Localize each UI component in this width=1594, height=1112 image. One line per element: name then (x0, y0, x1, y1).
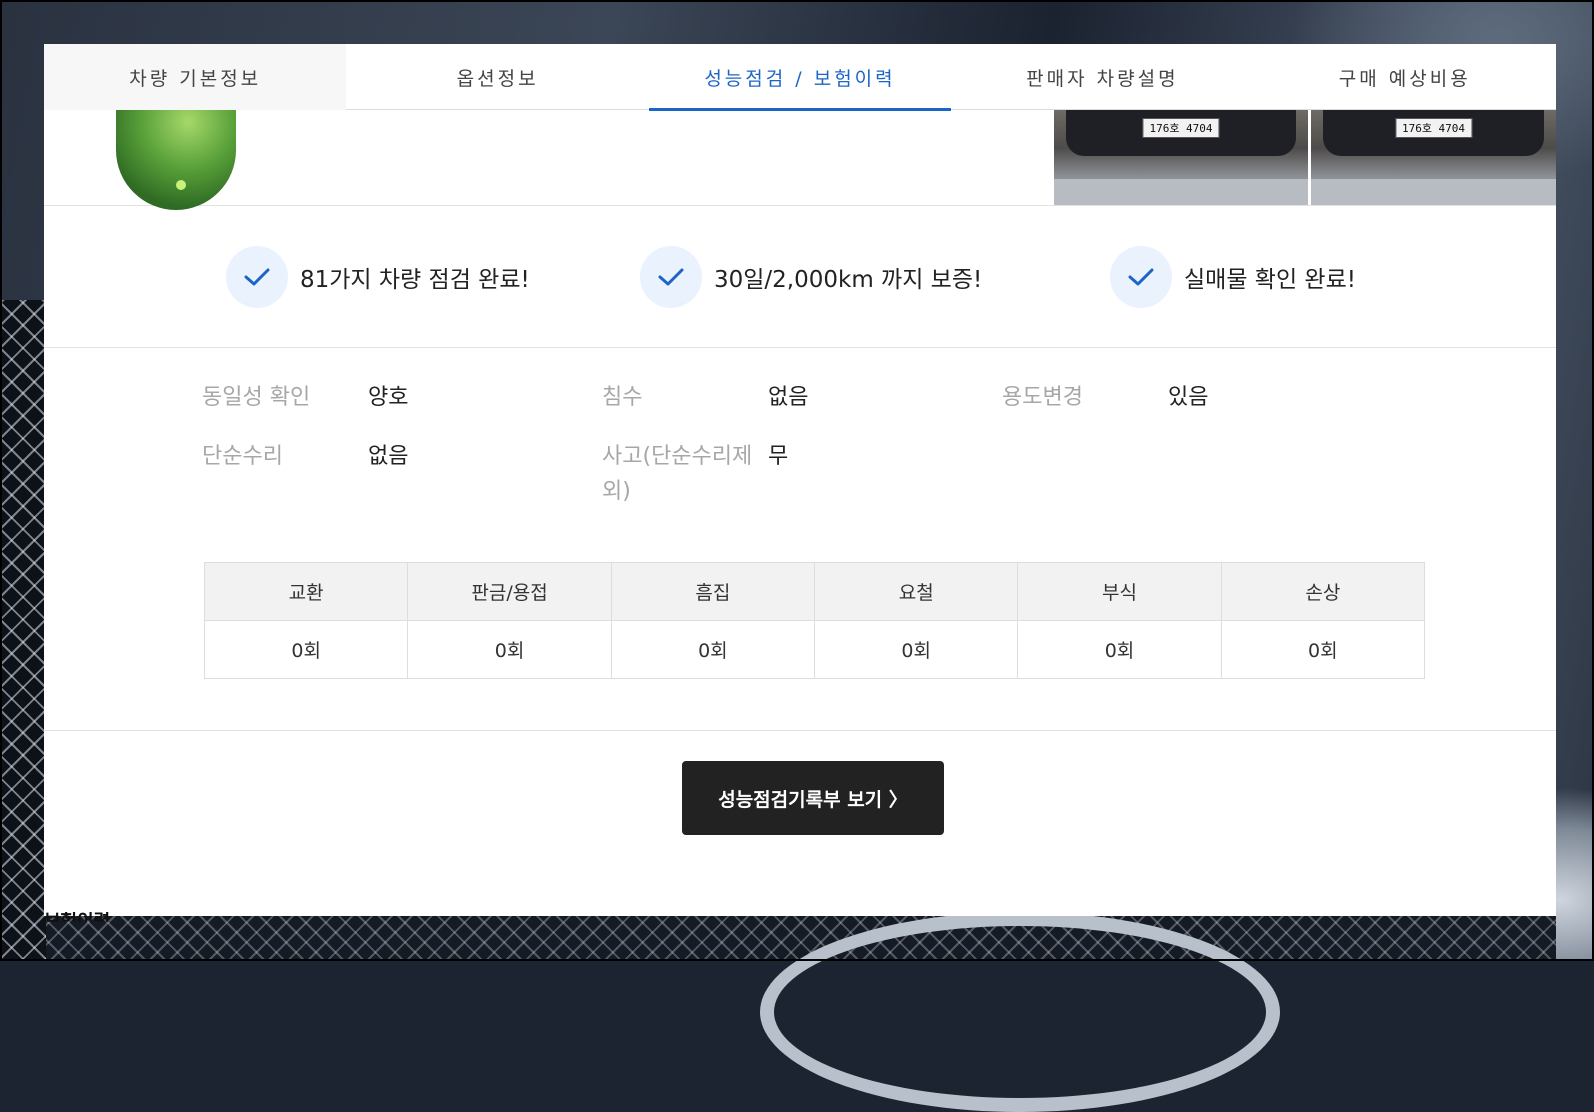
table-header: 요철 (814, 562, 1019, 621)
car-photo-thumbnail[interactable]: 176호 4704 (1054, 110, 1308, 205)
check-icon (1110, 246, 1172, 308)
table-header: 판금/용접 (407, 562, 612, 621)
table-header: 손상 (1220, 562, 1426, 621)
flood-label: 침수 (602, 385, 643, 410)
guarantee-item: 30일/2,000km 까지 보증! (640, 246, 982, 308)
table-header-row: 교환 판금/용접 흠집 요철 부식 손상 (203, 562, 1426, 621)
identity-label: 동일성 확인 (202, 385, 311, 410)
guarantee-section: 81가지 차량 점검 완료! 30일/2,000km 까지 보증! 실매물 확인… (44, 206, 1556, 348)
section-divider (44, 730, 1556, 731)
flood-value: 없음 (768, 385, 809, 410)
usage-change-value: 있음 (1168, 385, 1209, 410)
guarantee-text: 81가지 차량 점검 완료! (300, 267, 530, 293)
table-cell: 0회 (203, 620, 409, 679)
table-cell: 0회 (814, 620, 1019, 679)
table-header: 교환 (203, 562, 409, 621)
tab-basic-info[interactable]: 차량 기본정보 (44, 44, 347, 110)
table-cell: 0회 (610, 620, 816, 679)
seller-avatar (116, 100, 236, 210)
background-grille-bottom (46, 916, 1556, 961)
check-icon (226, 246, 288, 308)
table-header: 흠집 (610, 562, 816, 621)
tab-inspection-insurance[interactable]: 성능점검 / 보험이력 (648, 44, 952, 111)
table-row: 0회 0회 0회 0회 0회 0회 (203, 620, 1426, 679)
repair-history-table: 교환 판금/용접 흠집 요철 부식 손상 0회 0회 0회 0회 0회 0회 (203, 562, 1426, 679)
table-cell: 0회 (407, 620, 612, 679)
tab-expected-cost[interactable]: 구매 예상비용 (1254, 44, 1556, 110)
license-plate: 176호 4704 (1394, 118, 1473, 138)
guarantee-item: 81가지 차량 점검 완료! (226, 246, 530, 308)
background-grille (0, 300, 46, 960)
background-wheel (760, 912, 1280, 1112)
tab-bar: 차량 기본정보 옵션정보 성능점검 / 보험이력 판매자 차량설명 구매 예상비… (44, 44, 1556, 111)
insurance-history-heading: 보험이력 (44, 912, 110, 922)
guarantee-text: 30일/2,000km 까지 보증! (714, 267, 983, 293)
check-icon (640, 246, 702, 308)
identity-value: 양호 (368, 385, 409, 410)
license-plate: 176호 4704 (1142, 118, 1220, 138)
guarantee-item: 실매물 확인 완료! (1110, 246, 1356, 308)
car-photo-thumbnail[interactable]: 176호 4704 (1311, 110, 1556, 205)
accident-label: 사고(단순수리제외) (602, 444, 753, 504)
table-cell: 0회 (1220, 620, 1426, 679)
accident-value: 무 (768, 444, 789, 469)
detail-panel: 차량 기본정보 옵션정보 성능점검 / 보험이력 판매자 차량설명 구매 예상비… (44, 44, 1556, 916)
simple-repair-value: 없음 (368, 444, 409, 469)
view-inspection-report-button[interactable]: 성능점검기록부 보기 〉 (682, 761, 944, 835)
seller-photo-strip: 176호 4704 176호 4704 (44, 100, 1556, 210)
usage-change-label: 용도변경 (1002, 385, 1083, 410)
tab-seller-description[interactable]: 판매자 차량설명 (951, 44, 1253, 110)
tab-options[interactable]: 옵션정보 (346, 44, 648, 110)
table-header: 부식 (1017, 562, 1222, 621)
table-cell: 0회 (1017, 620, 1222, 679)
guarantee-text: 실매물 확인 완료! (1184, 267, 1356, 293)
simple-repair-label: 단순수리 (202, 444, 283, 469)
